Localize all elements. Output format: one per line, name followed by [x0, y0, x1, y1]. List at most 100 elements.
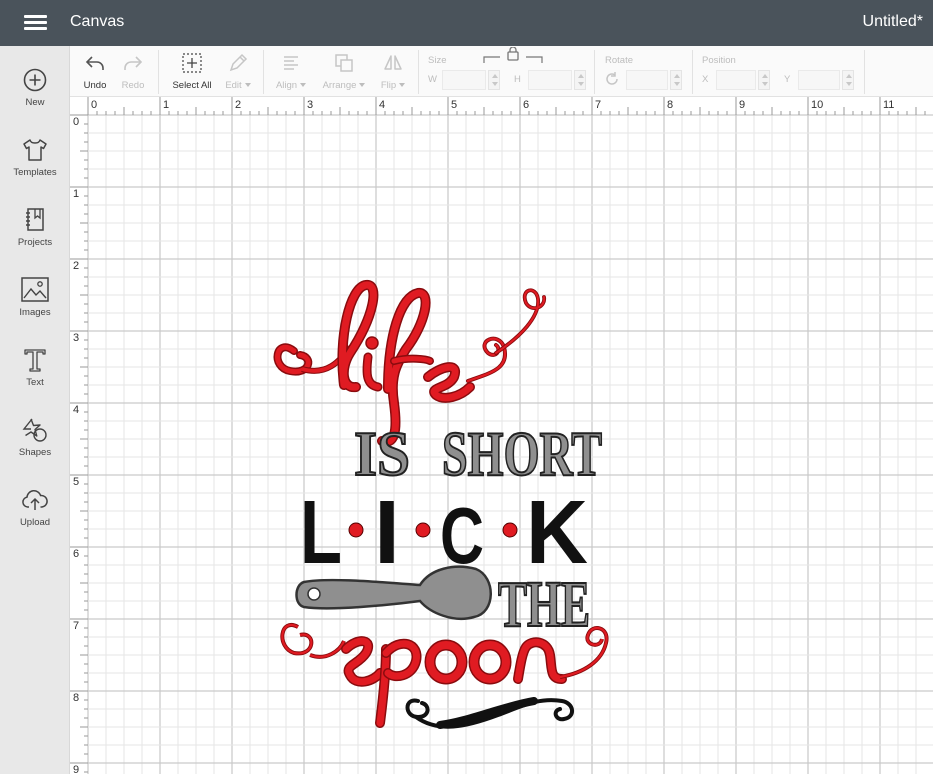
arrange-dropdown[interactable]: Arrange	[318, 50, 370, 94]
app-window: Canvas Untitled* New Templates Projects	[0, 0, 933, 774]
sidebar-item-images[interactable]: Images	[0, 276, 70, 338]
rotate-input[interactable]	[626, 70, 668, 90]
tshirt-icon	[23, 139, 47, 161]
width-input[interactable]	[442, 70, 486, 90]
ruler-label: 8	[667, 99, 674, 111]
ruler-label: 7	[73, 620, 80, 632]
svg-text:L: L	[300, 483, 342, 583]
y-axis-label: Y	[784, 74, 791, 85]
arrange-icon	[335, 54, 353, 72]
select-all-button[interactable]: Select All	[168, 50, 216, 94]
is-short-word: IS SHORT	[353, 417, 603, 490]
svg-text:I: I	[374, 483, 400, 583]
hamburger-menu-icon[interactable]	[14, 11, 48, 35]
edit-dropdown[interactable]: Edit	[220, 50, 256, 94]
rotate-label: Rotate	[605, 55, 633, 66]
sidebar-label: Templates	[13, 167, 57, 178]
select-all-label: Select All	[172, 80, 212, 91]
ruler-label: 4	[73, 404, 80, 416]
sidebar-item-new[interactable]: New	[0, 66, 70, 128]
redo-button[interactable]: Redo	[116, 50, 150, 94]
undo-label: Undo	[83, 80, 107, 91]
svg-text:SHORT: SHORT	[442, 418, 602, 489]
image-icon	[21, 277, 49, 302]
width-axis-label: W	[428, 74, 437, 85]
ruler-label: 4	[379, 99, 386, 111]
flip-label: Flip	[380, 80, 397, 91]
plus-circle-icon	[23, 68, 47, 92]
sidebar-label: Images	[19, 307, 51, 318]
ruler-label: 1	[163, 99, 170, 111]
ruler-label: 0	[91, 99, 98, 111]
ruler-label: 0	[73, 116, 80, 128]
x-position-stepper[interactable]	[758, 70, 770, 90]
svg-text:IS: IS	[354, 418, 410, 489]
undo-icon	[85, 56, 104, 70]
ruler-label: 8	[73, 692, 80, 704]
ruler-label: 2	[73, 260, 80, 272]
sidebar-item-upload[interactable]: Upload	[0, 486, 70, 548]
toolbar-divider	[594, 50, 595, 94]
align-label: Align	[275, 80, 298, 91]
ruler-label: 10	[811, 99, 824, 111]
toolbar-divider	[263, 50, 264, 94]
chevron-down-icon	[244, 83, 251, 88]
top-header: Canvas Untitled*	[0, 0, 933, 46]
size-label: Size	[428, 55, 447, 66]
ruler-label: 3	[73, 332, 80, 344]
flip-dropdown[interactable]: Flip	[375, 50, 411, 94]
redo-icon	[124, 56, 143, 70]
shapes-icon	[22, 418, 47, 442]
sidebar-label: New	[25, 97, 45, 108]
toolbar-divider	[692, 50, 693, 94]
height-axis-label: H	[514, 74, 521, 85]
position-label: Position	[702, 55, 736, 66]
document-title[interactable]: Untitled*	[863, 13, 923, 31]
height-input[interactable]	[528, 70, 572, 90]
sidebar-label: Upload	[19, 517, 51, 528]
lock-ratio-icon[interactable]	[482, 47, 544, 67]
chevron-down-icon	[399, 83, 406, 88]
undo-button[interactable]: Undo	[78, 50, 112, 94]
the-word: THE	[498, 568, 590, 641]
redo-label: Redo	[121, 80, 145, 91]
align-dropdown[interactable]: Align	[270, 50, 312, 94]
select-all-icon	[182, 53, 202, 73]
align-icon	[284, 56, 298, 70]
ruler-label: 5	[451, 99, 458, 111]
horizontal-ruler: 0 1 2 3 4 5 6 7 8 9 10 11	[70, 97, 933, 115]
x-axis-label: X	[702, 74, 709, 85]
chevron-down-icon	[300, 83, 307, 88]
width-stepper[interactable]	[488, 70, 500, 90]
life-is-short-lick-the-spoon-design[interactable]: IS SHORT L I C K THE	[270, 277, 630, 752]
arrange-label: Arrange	[322, 80, 357, 91]
x-position-input[interactable]	[716, 70, 756, 90]
y-position-input[interactable]	[798, 70, 840, 90]
vertical-ruler: 0 1 2 3 4 5 6 7 8 9	[70, 97, 88, 774]
design-canvas[interactable]: 0 1 2 3 4 5 6 7 8 9 10 11 0123456789 IS …	[70, 97, 933, 774]
ruler-label: 9	[739, 99, 746, 111]
rotate-stepper[interactable]	[670, 70, 682, 90]
rotate-icon	[606, 72, 618, 85]
sidebar-label: Shapes	[18, 447, 52, 458]
ruler-label: 11	[883, 99, 895, 111]
ruler-label: 6	[73, 548, 80, 560]
ruler-label: 2	[235, 99, 242, 111]
sidebar-item-text[interactable]: Text	[0, 346, 70, 408]
edit-label: Edit	[225, 80, 242, 91]
black-swash	[405, 697, 574, 729]
notebook-icon	[26, 208, 44, 231]
left-sidebar: New Templates Projects Images Text Shape…	[0, 46, 70, 774]
sidebar-label: Text	[26, 377, 44, 388]
ruler-label: 3	[307, 99, 314, 111]
sidebar-item-shapes[interactable]: Shapes	[0, 416, 70, 478]
edit-toolbar: Undo Redo Select All Edit Align Arrange …	[70, 46, 933, 97]
sidebar-item-templates[interactable]: Templates	[0, 136, 70, 198]
sidebar-label: Projects	[17, 237, 53, 248]
height-stepper[interactable]	[574, 70, 586, 90]
text-t-icon	[24, 349, 46, 372]
y-position-stepper[interactable]	[842, 70, 854, 90]
toolbar-divider	[158, 50, 159, 94]
sidebar-item-projects[interactable]: Projects	[0, 206, 70, 268]
ruler-label: 7	[595, 99, 602, 111]
